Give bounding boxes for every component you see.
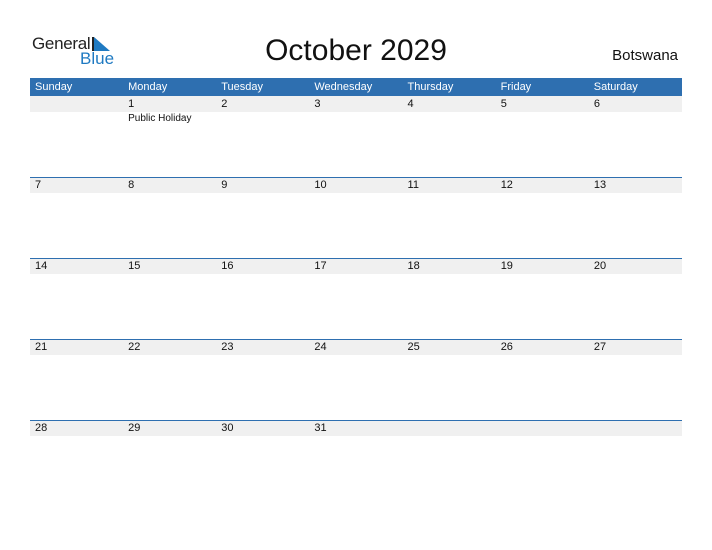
week-row: 28 29 30 31 <box>30 420 682 501</box>
day-cell[interactable]: 14 <box>30 258 123 339</box>
day-number: 13 <box>593 179 607 191</box>
day-cell[interactable]: 5 <box>496 96 589 177</box>
day-number: 15 <box>128 260 141 272</box>
day-number: 3 <box>314 98 321 110</box>
weekday-sunday: Sunday <box>35 81 73 93</box>
day-number: 11 <box>407 179 419 191</box>
day-number: 27 <box>593 341 607 353</box>
day-number: 1 <box>128 98 135 110</box>
weekday-wednesday: Wednesday <box>314 81 373 93</box>
day-cell[interactable]: 27 <box>589 339 682 420</box>
day-cell[interactable]: 19 <box>496 258 589 339</box>
day-cell[interactable]: 16 <box>216 258 309 339</box>
day-cell[interactable]: 23 <box>216 339 309 420</box>
day-cell[interactable]: 4 <box>403 96 496 177</box>
day-number: 6 <box>593 98 600 110</box>
day-number: 10 <box>314 179 327 191</box>
day-cell[interactable]: 17 <box>309 258 402 339</box>
day-number: 23 <box>221 341 234 353</box>
week-row: 1 Public Holiday 2 3 4 5 6 <box>30 96 682 177</box>
week-row: 14 15 16 17 18 19 20 <box>30 258 682 339</box>
country-label: Botswana <box>612 47 678 64</box>
day-cell[interactable]: 21 <box>30 339 123 420</box>
day-cell[interactable]: 2 <box>216 96 309 177</box>
day-number: 19 <box>500 260 513 272</box>
day-cell[interactable]: 25 <box>403 339 496 420</box>
day-number: 2 <box>221 98 228 110</box>
day-number <box>408 420 496 436</box>
day-cell[interactable]: 8 <box>123 177 216 258</box>
day-number <box>35 96 123 112</box>
day-number: 26 <box>500 341 513 353</box>
weekday-monday: Monday <box>128 81 168 93</box>
day-cell[interactable]: 9 <box>216 177 309 258</box>
day-cell <box>30 96 123 177</box>
day-number <box>501 420 589 436</box>
day-cell[interactable]: 3 <box>309 96 402 177</box>
day-number: 18 <box>407 260 420 272</box>
day-cell[interactable]: 30 <box>216 420 309 501</box>
week-row: 7 8 9 10 11 12 13 <box>30 177 682 258</box>
day-number: 31 <box>314 422 327 434</box>
day-cell[interactable]: 26 <box>496 339 589 420</box>
day-cell[interactable]: 1 Public Holiday <box>123 96 216 177</box>
day-cell <box>403 420 496 501</box>
day-number: 25 <box>407 341 420 353</box>
day-number: 21 <box>35 341 48 353</box>
day-cell[interactable]: 10 <box>309 177 402 258</box>
day-number: 20 <box>593 260 607 272</box>
day-cell[interactable]: 24 <box>309 339 402 420</box>
day-cell[interactable]: 7 <box>30 177 123 258</box>
day-cell[interactable]: 29 <box>123 420 216 501</box>
day-number: 12 <box>500 179 513 191</box>
day-cell[interactable]: 18 <box>403 258 496 339</box>
day-number: 16 <box>221 260 234 272</box>
calendar-title: October 2029 <box>265 34 447 67</box>
day-cell[interactable]: 12 <box>496 177 589 258</box>
day-cell[interactable]: 31 <box>309 420 402 501</box>
day-cell <box>589 420 682 501</box>
day-number <box>594 420 682 436</box>
day-number: 9 <box>221 179 228 191</box>
day-number: 5 <box>500 98 507 110</box>
day-cell[interactable]: 22 <box>123 339 216 420</box>
day-number: 29 <box>128 422 141 434</box>
day-number: 4 <box>407 98 414 110</box>
day-cell[interactable]: 11 <box>403 177 496 258</box>
week-row: 21 22 23 24 25 26 27 <box>30 339 682 420</box>
weekday-tuesday: Tuesday <box>221 81 264 93</box>
day-cell <box>496 420 589 501</box>
day-number: 8 <box>128 179 135 191</box>
weekday-saturday: Saturday <box>593 81 638 93</box>
weekday-friday: Friday <box>500 81 532 93</box>
day-number: 30 <box>221 422 234 434</box>
weekday-thursday: Thursday <box>407 81 454 93</box>
holiday-label: Public Holiday <box>128 113 192 124</box>
day-cell[interactable]: 20 <box>589 258 682 339</box>
day-cell[interactable]: 6 <box>589 96 682 177</box>
day-number: 28 <box>35 422 48 434</box>
day-cell[interactable]: 28 <box>30 420 123 501</box>
day-cell[interactable]: 15 <box>123 258 216 339</box>
day-number: 7 <box>35 179 42 191</box>
day-cell[interactable]: 13 <box>589 177 682 258</box>
day-number: 22 <box>128 341 141 353</box>
day-number: 17 <box>314 260 327 272</box>
day-number: 14 <box>35 260 48 272</box>
weekday-header: Sunday Monday Tuesday Wednesday Thursday… <box>30 78 682 96</box>
day-number: 24 <box>314 341 327 353</box>
